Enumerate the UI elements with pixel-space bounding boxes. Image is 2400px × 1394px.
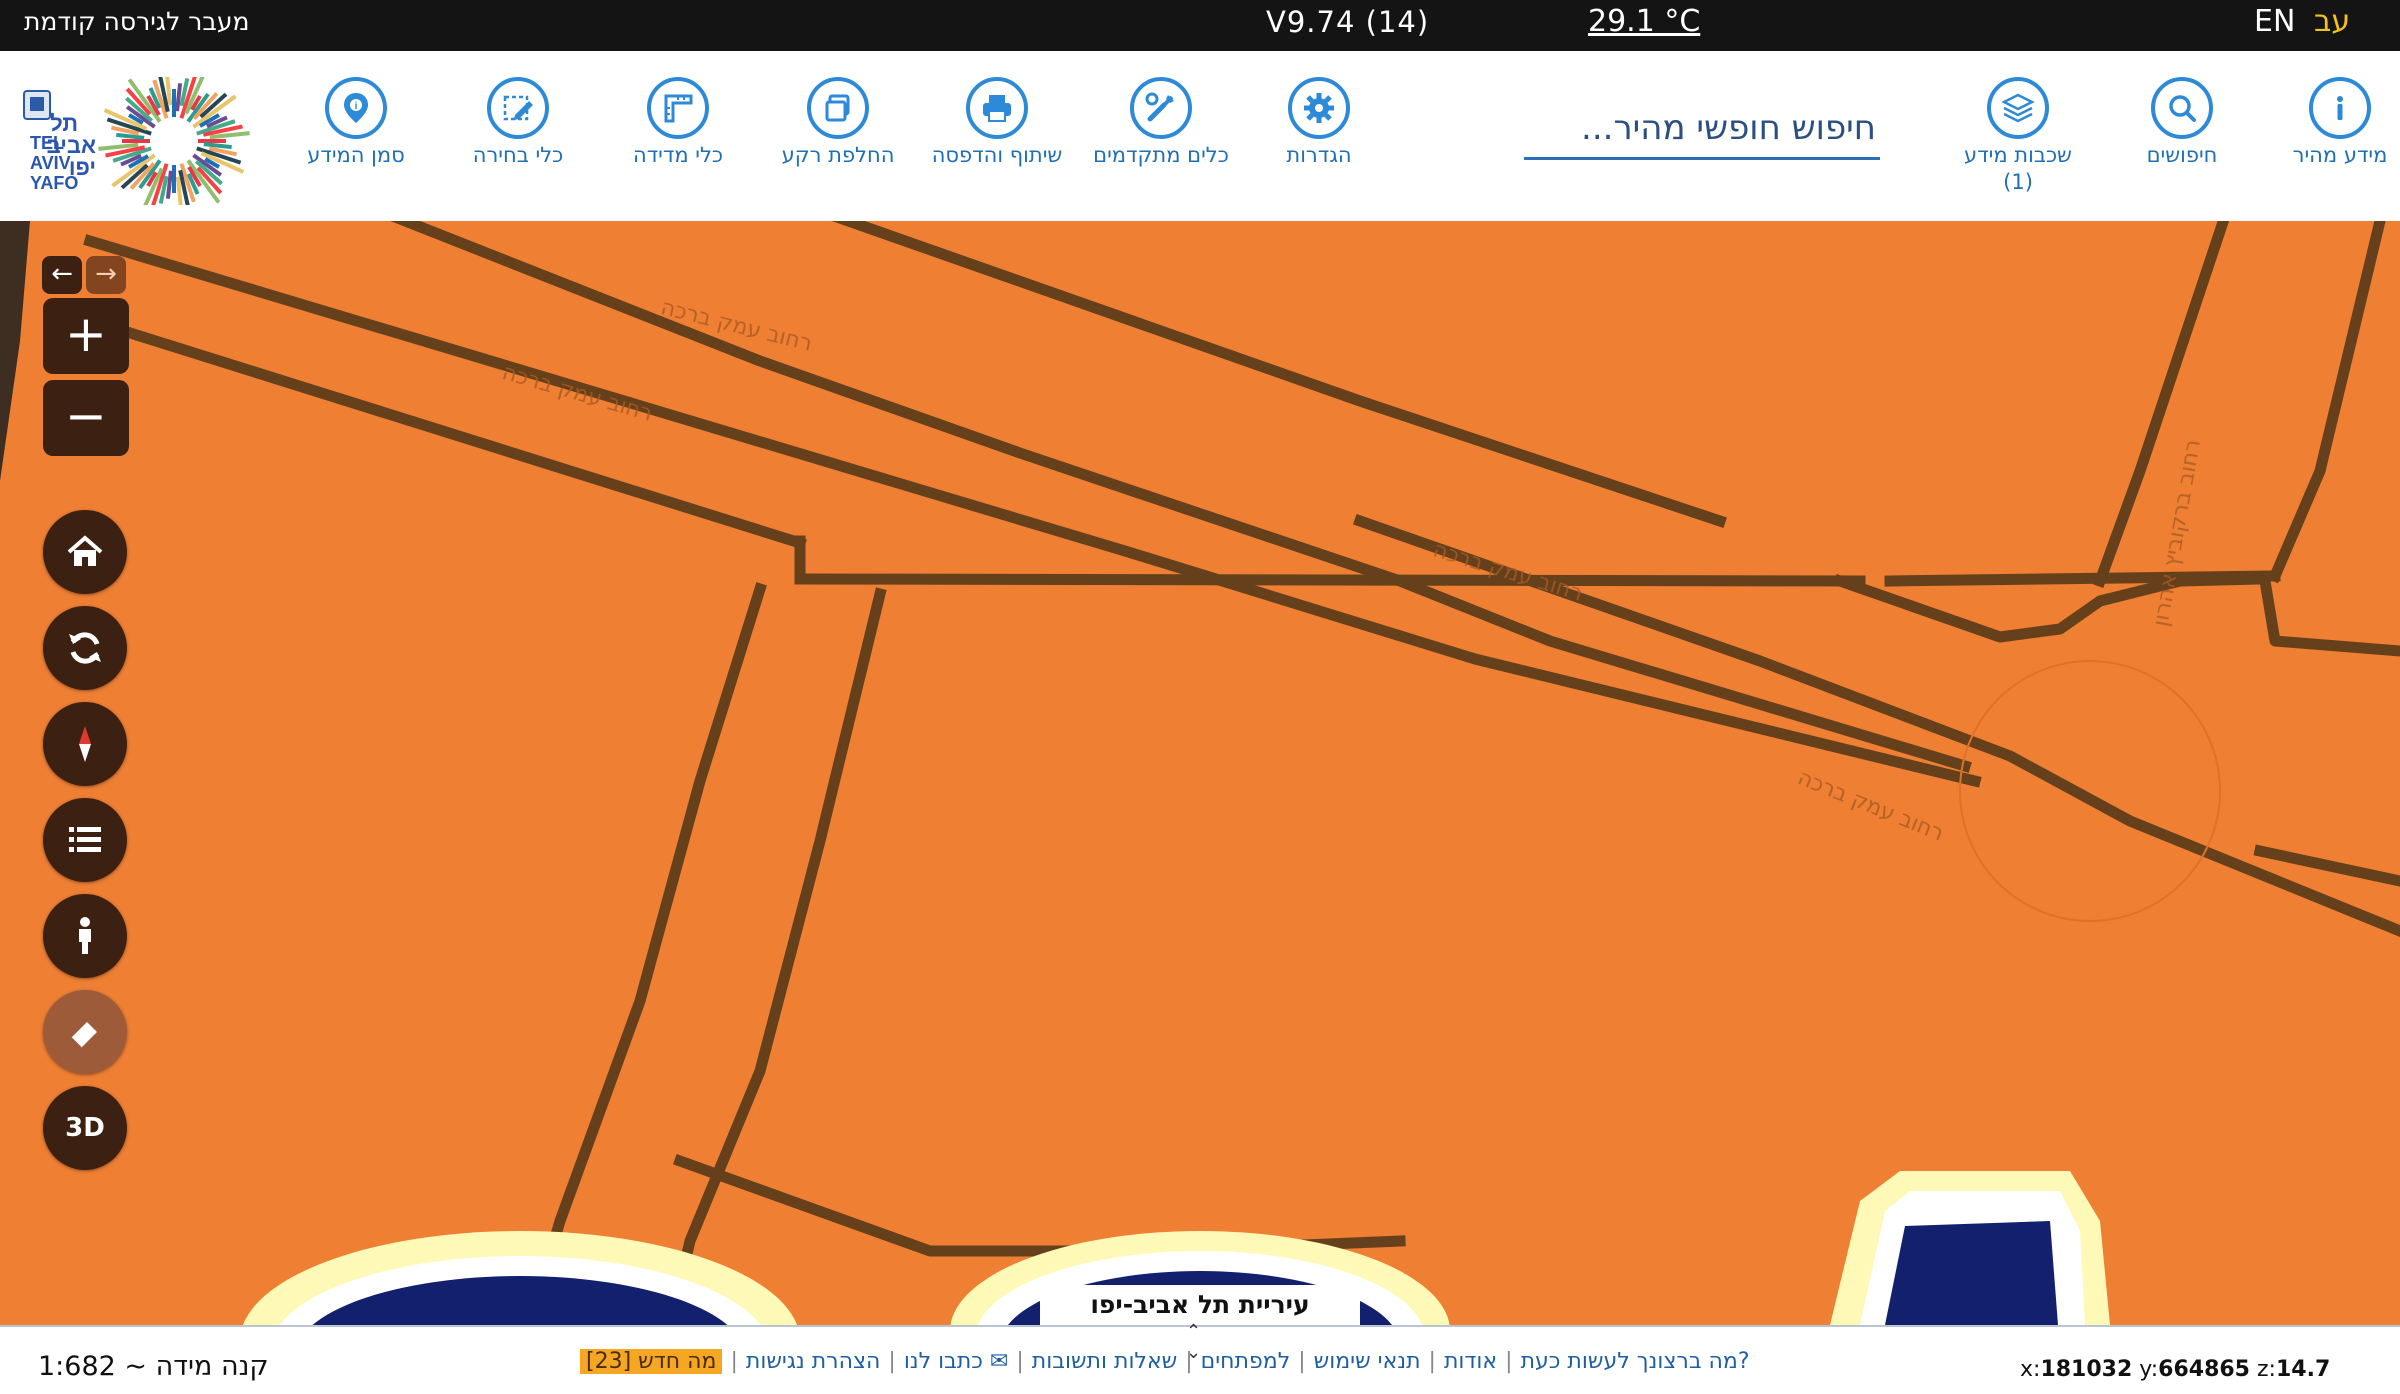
- bottom-bar: ⌃ ⌄ קנה מידה ~ 1:682 מה חדש [23] | הצהרת …: [0, 1321, 2400, 1394]
- logo-burst-icon: [98, 65, 250, 217]
- language-he-button[interactable]: עב: [2314, 0, 2350, 44]
- legend-button[interactable]: [43, 798, 127, 882]
- zoom-out-button[interactable]: −: [43, 380, 129, 456]
- logo-ray: [165, 170, 173, 199]
- eraser-button[interactable]: [43, 990, 127, 1074]
- developers-link[interactable]: למפתחים: [1201, 1349, 1291, 1374]
- logo-ray: [203, 142, 232, 150]
- pencil-select-icon: [503, 95, 533, 121]
- toolbar: תל אביב יפו TEL AVIV YAFO i סמן המידע כל…: [0, 51, 2400, 221]
- whats-new-link[interactable]: מה חדש [23]: [580, 1349, 723, 1374]
- ruler-icon: [664, 94, 693, 123]
- footer-links: מה חדש [23] | הצהרת נגישות | כתבו לנו ✉ …: [580, 1349, 1750, 1374]
- tools-icon: [1145, 92, 1174, 122]
- tool-advanced-label: כלים מתקדמים: [1093, 143, 1229, 167]
- map-pin-info-icon: i: [344, 93, 368, 123]
- svg-text:i: i: [355, 101, 358, 112]
- map-canvas[interactable]: רחוב עמק ברכה רחוב עמק ברכה רחוב עמק ברכ…: [0, 221, 2400, 1325]
- layers-swap-icon: [825, 94, 850, 122]
- tool-measure-label: כלי מדידה: [632, 143, 724, 167]
- tool-basemap-label: החלפת רקע: [781, 143, 895, 167]
- map-basemap: רחוב עמק ברכה רחוב עמק ברכה רחוב עמק ברכ…: [0, 221, 2400, 1325]
- info-icon: [2337, 96, 2343, 120]
- temperature-link[interactable]: 29.1 °C: [1588, 0, 1700, 44]
- svg-text:AVIV: AVIV: [30, 153, 71, 173]
- layers-icon: [2001, 93, 2035, 123]
- printer-icon: [983, 95, 1011, 122]
- tool-layers-label: שכבות מידע (1): [1964, 143, 2072, 194]
- tel-aviv-logo[interactable]: תל אביב יפו TEL AVIV YAFO: [18, 65, 250, 217]
- version-label: V9.74 (14): [1266, 5, 1430, 39]
- coord-y: 664865: [2158, 1357, 2250, 1382]
- tool-settings-label: הגדרות: [1286, 143, 1352, 167]
- compass-button[interactable]: [43, 702, 127, 786]
- tool-selection[interactable]: כלי בחירה: [438, 77, 598, 169]
- top-bar: מעבר לגירסה קודמת V9.74 (14) 29.1 °C EN …: [0, 0, 2400, 51]
- faq-link[interactable]: שאלות ותשובות: [1032, 1349, 1177, 1374]
- tool-layers[interactable]: שכבות מידע (1): [1938, 77, 2098, 196]
- tool-basemap[interactable]: החלפת רקע: [758, 77, 918, 169]
- scale-label: קנה מידה ~ 1:682: [38, 1351, 269, 1382]
- home-button[interactable]: [43, 510, 127, 594]
- arrow-right-icon[interactable]: →: [86, 256, 126, 294]
- person-icon: [79, 917, 91, 954]
- contact-link[interactable]: כתבו לנו ✉: [904, 1349, 1009, 1374]
- tool-quick-info[interactable]: מידע מהיר: [2260, 77, 2400, 169]
- tool-measure[interactable]: כלי מדידה: [598, 77, 758, 169]
- tool-info-marker-label: סמן המידע: [307, 143, 405, 167]
- city-label: עיריית תל אביב-יפו: [1040, 1285, 1360, 1325]
- street-view-button[interactable]: [43, 894, 127, 978]
- coord-z: 14.7: [2275, 1357, 2331, 1382]
- tool-searches[interactable]: חיפושים: [2102, 77, 2262, 169]
- tool-selection-label: כלי בחירה: [472, 143, 564, 167]
- accessibility-link[interactable]: הצהרת נגישות: [746, 1349, 881, 1374]
- tool-searches-label: חיפושים: [2146, 143, 2218, 167]
- about-link[interactable]: אודות: [1444, 1349, 1497, 1374]
- list-icon: [69, 827, 101, 852]
- arrow-left-icon[interactable]: ←: [42, 256, 82, 294]
- logo-emblem-icon: [23, 90, 51, 120]
- language-en-button[interactable]: EN: [2254, 0, 2295, 44]
- terms-link[interactable]: תנאי שימוש: [1314, 1349, 1421, 1374]
- tool-quick-info-label: מידע מהיר: [2292, 143, 2388, 167]
- tool-share-print-label: שיתוף והדפסה: [931, 143, 1063, 167]
- svg-text:TEL: TEL: [30, 133, 64, 153]
- svg-text:YAFO: YAFO: [30, 173, 78, 193]
- compass-icon: [79, 726, 91, 762]
- coordinates-readout: x:181032 y:664865 z:14.7: [2020, 1357, 2331, 1382]
- zoom-in-button[interactable]: +: [43, 298, 129, 374]
- tool-advanced[interactable]: כלים מתקדמים: [1081, 77, 1241, 169]
- logo-ray: [175, 83, 183, 112]
- 3d-button[interactable]: 3D: [43, 1086, 127, 1170]
- quick-search-input[interactable]: [1524, 99, 1880, 157]
- tool-share-print[interactable]: שיתוף והדפסה: [917, 77, 1077, 169]
- home-icon: [67, 535, 103, 566]
- what-to-do-link[interactable]: מה ברצונך לעשות כעת?: [1521, 1349, 1750, 1374]
- history-nav: ← →: [42, 256, 130, 294]
- tool-settings[interactable]: הגדרות: [1239, 77, 1399, 169]
- coord-x: 181032: [2040, 1357, 2133, 1382]
- previous-version-link[interactable]: מעבר לגירסה קודמת: [24, 0, 249, 44]
- quick-search: [1524, 99, 1880, 160]
- refresh-button[interactable]: [43, 606, 127, 690]
- eraser-icon: [70, 1022, 97, 1049]
- search-icon: [2169, 95, 2196, 122]
- refresh-icon: [69, 632, 101, 664]
- logo-ray: [116, 132, 145, 140]
- tool-info-marker[interactable]: i סמן המידע: [276, 77, 436, 169]
- gear-icon: [1304, 93, 1334, 123]
